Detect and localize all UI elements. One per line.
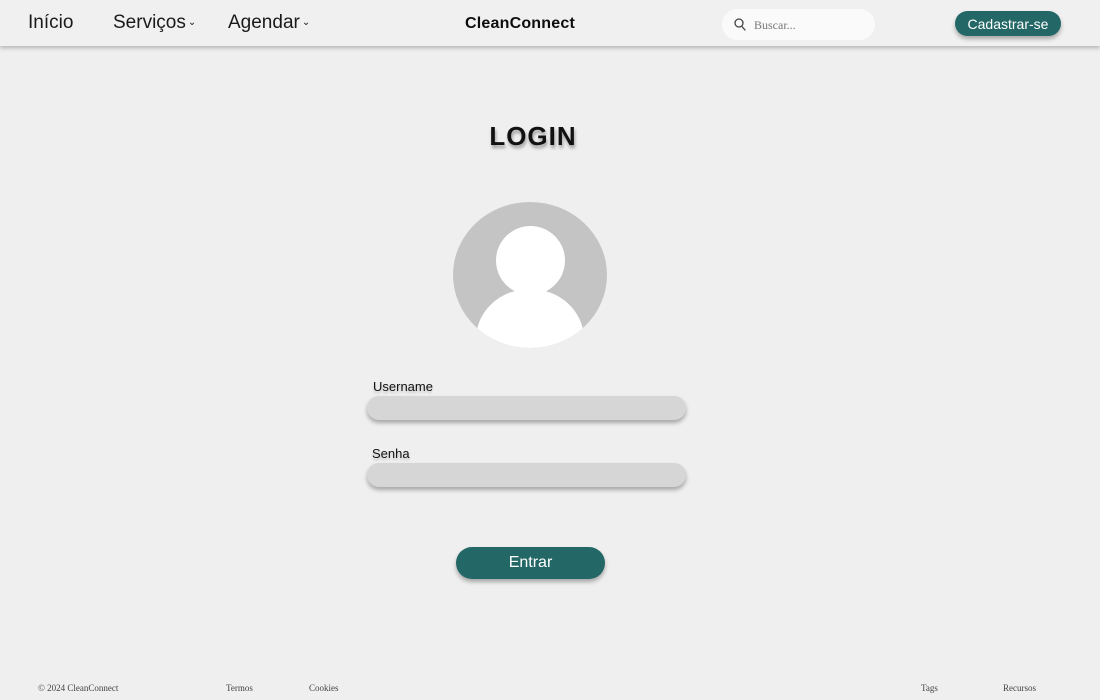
- nav-link-label: Agendar: [228, 12, 300, 33]
- chevron-down-icon: ⌄: [187, 17, 197, 29]
- signup-button[interactable]: Cadastrar-se: [955, 11, 1061, 36]
- nav-link-servicos[interactable]: Serviços ⌄: [113, 12, 196, 34]
- nav-link-label: Início: [28, 12, 74, 33]
- brand-logo[interactable]: CleanConnect: [465, 15, 575, 33]
- search-box: [722, 9, 875, 40]
- footer-copyright: © 2024 CleanConnect: [38, 683, 119, 693]
- nav-link-inicio[interactable]: Início: [28, 12, 73, 34]
- page-title: LOGIN: [489, 121, 577, 151]
- chevron-down-icon: ⌄: [301, 17, 311, 29]
- password-label: Senha: [372, 446, 410, 461]
- search-input[interactable]: [752, 15, 871, 36]
- footer-link-tags[interactable]: Tags: [921, 683, 938, 693]
- password-field[interactable]: [367, 463, 686, 487]
- nav-link-label: Serviços: [113, 12, 186, 33]
- username-field[interactable]: [367, 396, 686, 420]
- user-avatar-icon: [453, 202, 607, 348]
- search-icon: [734, 18, 746, 31]
- top-navbar: Início Serviços⌄ Agendar⌄ CleanConnect C…: [0, 0, 1100, 46]
- avatar-head: [496, 226, 565, 295]
- footer-link-resources[interactable]: Recursos: [1003, 683, 1036, 693]
- footer-link-cookies[interactable]: Cookies: [309, 683, 339, 693]
- nav-link-agendar[interactable]: Agendar ⌄: [228, 12, 310, 34]
- login-submit-button[interactable]: Entrar: [456, 547, 605, 579]
- avatar-body: [476, 289, 584, 348]
- footer-link-terms[interactable]: Termos: [226, 683, 253, 693]
- username-label: Username: [373, 379, 433, 394]
